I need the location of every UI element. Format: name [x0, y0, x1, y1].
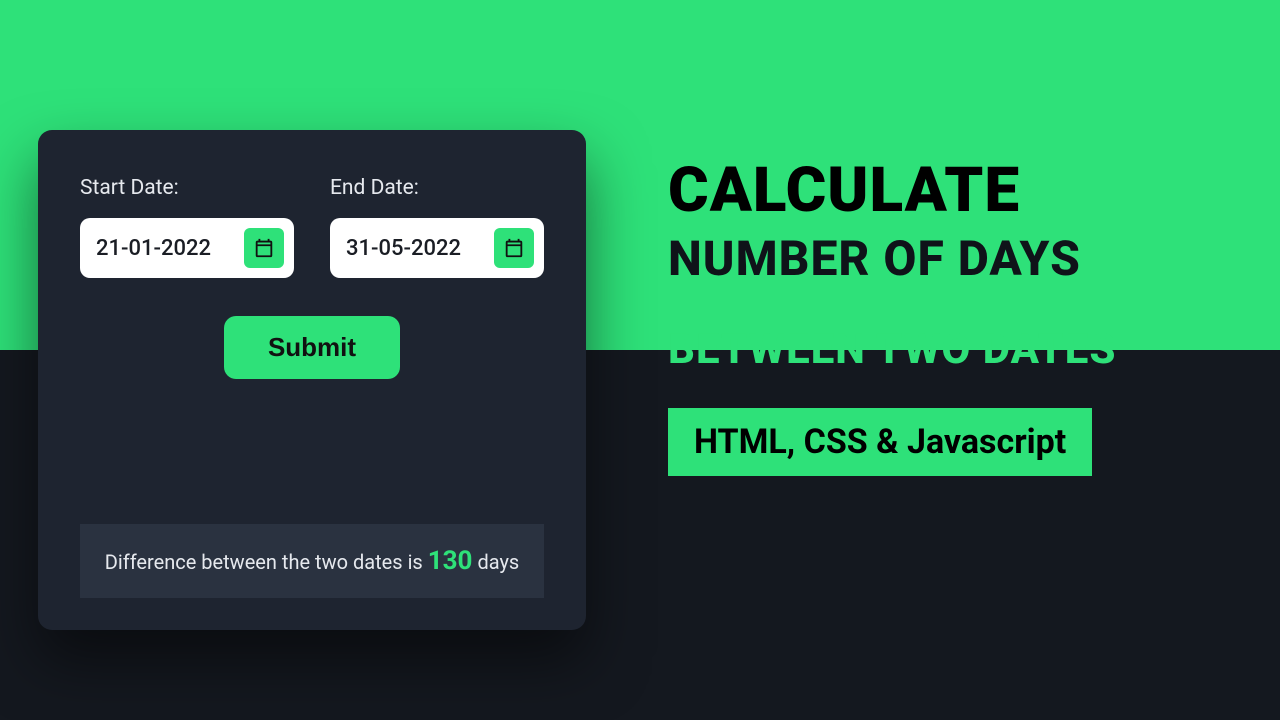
end-date-field: End Date: 31-05-2022 — [330, 176, 544, 278]
calendar-icon[interactable] — [494, 228, 534, 268]
date-inputs-row: Start Date: 21-01-2022 End Date: 31-05-2… — [80, 176, 544, 278]
result-banner: Difference between the two dates is 130 … — [80, 524, 544, 598]
start-date-field: Start Date: 21-01-2022 — [80, 176, 294, 278]
end-date-value: 31-05-2022 — [346, 236, 461, 261]
start-date-label: Start Date: — [80, 176, 294, 200]
submit-button[interactable]: Submit — [224, 316, 400, 379]
calendar-icon[interactable] — [244, 228, 284, 268]
result-value: 130 — [428, 546, 473, 576]
date-calculator-card: Start Date: 21-01-2022 End Date: 31-05-2… — [38, 130, 586, 630]
headline-line-3: BETWEEN TWO DATES — [668, 328, 1248, 372]
tech-badge: HTML, CSS & Javascript — [668, 408, 1092, 476]
result-suffix: days — [472, 550, 519, 574]
start-date-input[interactable]: 21-01-2022 — [80, 218, 294, 278]
result-prefix: Difference between the two dates is — [105, 550, 428, 574]
end-date-label: End Date: — [330, 176, 544, 200]
headline-line-1: CALCULATE — [668, 160, 1248, 222]
headline-block: CALCULATE NUMBER OF DAYS BETWEEN TWO DAT… — [668, 160, 1248, 476]
headline-line-2: NUMBER OF DAYS — [668, 234, 1248, 284]
start-date-value: 21-01-2022 — [96, 236, 211, 261]
end-date-input[interactable]: 31-05-2022 — [330, 218, 544, 278]
